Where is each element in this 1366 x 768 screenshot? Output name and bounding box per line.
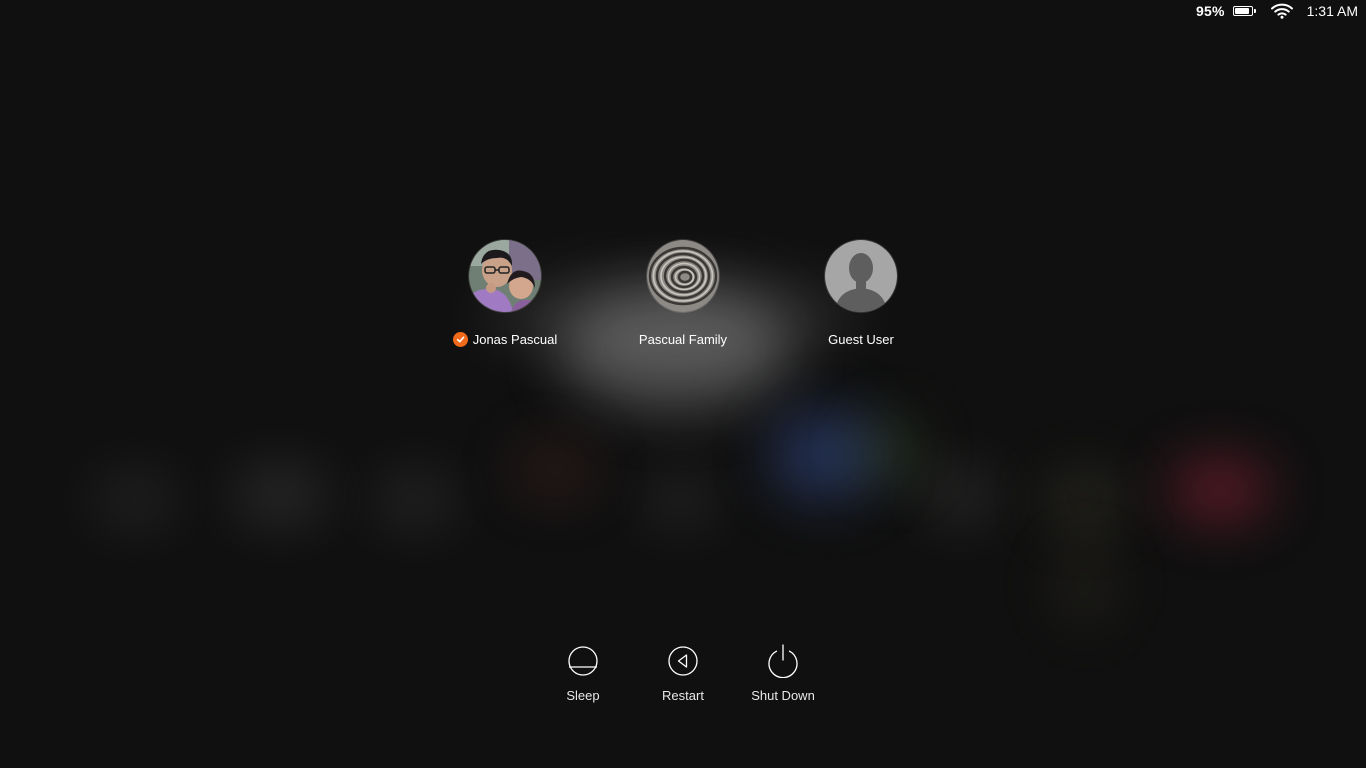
avatar[interactable] — [647, 240, 719, 312]
clock[interactable]: 1:31 AM — [1307, 3, 1358, 19]
user-guest[interactable]: Guest User — [781, 240, 941, 347]
restart-button[interactable]: Restart — [633, 644, 733, 703]
checkmark-icon — [452, 332, 468, 347]
power-options: Sleep Restart Shut Down — [0, 644, 1366, 714]
user-label: Jonas Pascual — [452, 332, 558, 347]
user-jonas-pascual[interactable]: Jonas Pascual — [425, 240, 585, 347]
sleep-label: Sleep — [566, 688, 600, 703]
shut-down-button[interactable]: Shut Down — [733, 644, 833, 703]
wifi-icon[interactable] — [1270, 3, 1293, 19]
user-pascual-family[interactable]: Pascual Family — [603, 240, 763, 347]
user-label: Guest User — [828, 332, 894, 347]
user-name: Guest User — [828, 332, 894, 347]
restart-icon — [668, 646, 698, 676]
sleep-icon — [568, 646, 598, 676]
power-icon — [768, 644, 798, 678]
avatar[interactable] — [825, 240, 897, 312]
shut-down-label: Shut Down — [751, 688, 815, 703]
battery-level-fill — [1234, 8, 1249, 14]
avatar[interactable] — [469, 240, 541, 312]
user-list: Jonas Pascual Pascual Family Guest User — [0, 240, 1366, 360]
battery-percent: 95% — [1196, 3, 1225, 19]
sleep-button[interactable]: Sleep — [533, 644, 633, 703]
status-bar: 95% 1:31 AM — [1196, 0, 1366, 22]
battery-icon[interactable] — [1232, 6, 1256, 16]
spiral-avatar-icon — [647, 240, 719, 312]
user-name: Pascual Family — [638, 332, 728, 347]
silhouette-avatar-icon — [825, 240, 897, 312]
user-label: Pascual Family — [639, 332, 727, 347]
login-screen: 95% 1:31 AM Jonas Pascual Pascual Family… — [0, 0, 1366, 768]
photo-avatar-icon — [469, 240, 541, 312]
restart-label: Restart — [662, 688, 704, 703]
user-name: Jonas Pascual — [472, 332, 558, 347]
